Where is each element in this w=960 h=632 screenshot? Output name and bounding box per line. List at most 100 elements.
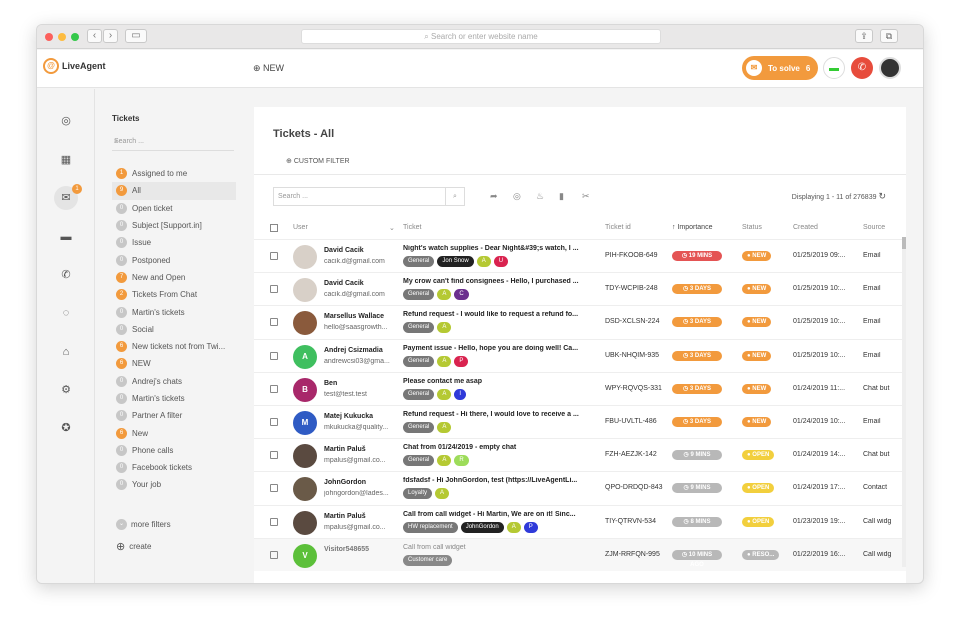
to-solve-button[interactable]: ✉ To solve 6 [742,56,818,80]
close-window-button[interactable] [45,33,53,41]
table-row[interactable]: A Andrej Csizmadia andrewcsi03@gma... Payme… [254,338,906,372]
reports-icon[interactable]: ▦ [54,148,78,172]
col-status[interactable]: Status [742,224,762,231]
sidebar-filter-item[interactable]: 0 Facebook tickets [112,459,236,476]
ticket-tag[interactable]: A [476,256,491,267]
ticket-tag[interactable]: A [437,422,452,433]
scrollbar-thumb[interactable] [902,237,906,249]
table-row[interactable]: David Cacik cacik.d@gmail.com My crow can'… [254,272,906,305]
sidebar-filter-item[interactable]: 0 Martin's tickets [112,303,236,320]
more-filters-button[interactable]: ⌄ more filters [116,519,171,530]
settings-gear-icon[interactable]: ⚙ [54,378,78,402]
sidebar-filter-item[interactable]: 1 Assigned to me [112,165,236,182]
sidebar-search-input[interactable]: ⌕ Search ... [112,133,234,151]
table-row[interactable]: Martin Paluš mpalus@gmail.co... Call from … [254,504,906,538]
ticket-tag[interactable]: Loyalty [403,488,433,500]
table-row[interactable]: B Ben test@test.test Please contact me asap… [254,371,906,405]
ticket-tag[interactable]: General [403,289,435,301]
ticket-tag[interactable]: A [437,388,452,400]
delete-icon[interactable]: ▮ [559,191,564,202]
row-checkbox[interactable] [270,351,278,360]
sidebar-filter-item[interactable]: 0 Open ticket [112,200,236,217]
refresh-icon[interactable]: ↻ [878,191,886,201]
sidebar-filter-item[interactable]: 7 New and Open [112,269,236,286]
new-button[interactable]: ⊕ NEW [253,63,284,74]
table-row[interactable]: Martin Paluš mpalus@gmail.co... Chat from … [254,438,906,471]
avatar[interactable] [879,57,901,79]
row-checkbox[interactable] [270,517,278,526]
spam-icon[interactable]: ✂ [582,191,590,202]
ticket-tag[interactable]: C [454,289,469,301]
ticket-tag[interactable]: Customer care [403,554,453,566]
ticket-tag[interactable]: HW replacement [403,521,458,533]
col-user[interactable]: User [293,224,308,231]
row-checkbox[interactable] [270,451,278,460]
search-icon[interactable]: ⌕ [445,188,464,205]
row-checkbox[interactable] [270,384,278,393]
create-filter-button[interactable]: ⊕ create [116,540,151,553]
ticket-subject[interactable]: My crow can't find consignees - Hello, I… [403,278,601,285]
row-checkbox[interactable] [270,285,278,294]
ticket-tag[interactable]: P [523,521,538,533]
sidebar-filter-item[interactable]: 0 Phone calls [112,442,236,459]
knowledge-base-icon[interactable]: ⌂ [54,340,78,364]
sidebar-filter-item[interactable]: 0 Andrej's chats [112,373,236,390]
resolve-check-icon[interactable]: ◎ [513,191,521,202]
ticket-tag[interactable]: I [454,388,467,400]
col-source[interactable]: Source [863,224,885,231]
sidebar-filter-item[interactable]: 6 New [112,424,236,441]
ticket-tag[interactable]: General [403,322,435,334]
select-all-checkbox[interactable] [270,224,278,232]
phone-icon[interactable]: ✆ [851,57,873,79]
ticket-tag[interactable]: Jon Snow [437,256,474,267]
ticket-tag[interactable]: General [403,455,435,467]
logo[interactable]: @ LiveAgent [43,58,106,74]
minimize-window-button[interactable] [58,33,66,41]
ticket-tag[interactable]: A [435,488,450,500]
col-ticket-id[interactable]: Ticket id [605,224,631,231]
priority-fire-icon[interactable]: ♨ [536,191,544,202]
row-checkbox[interactable] [270,252,278,260]
ticket-subject[interactable]: Please contact me asap [403,378,601,385]
ticket-tag[interactable]: U [493,256,509,267]
table-row[interactable]: V Visitor548655 Call from call widget Custo… [254,537,906,571]
ticket-tag[interactable]: JohnGordon [460,521,504,533]
ticket-tag[interactable]: R [454,455,469,467]
zoom-window-button[interactable] [71,33,79,41]
table-scrollbar[interactable] [902,237,906,567]
forward-button[interactable]: › [103,29,118,43]
ticket-tag[interactable]: P [454,355,469,367]
ticket-subject[interactable]: Call from call widget [403,544,601,551]
calls-icon[interactable]: ✆ [54,263,78,287]
ticket-tag[interactable]: A [437,322,452,334]
ticket-subject[interactable]: Night's watch supplies - Dear Night&#39;… [403,245,601,252]
sidebar-filter-item[interactable]: 2 Tickets From Chat [112,286,236,303]
forward-icon[interactable]: ➦ [490,191,498,202]
sidebar-filter-item[interactable]: 0 Social [112,321,236,338]
ticket-tag[interactable]: A [437,355,452,367]
chat-icon[interactable]: ▬ [823,57,845,79]
ticket-tag[interactable]: General [403,256,435,267]
sidebar-toggle-icon[interactable]: ▭ [125,29,147,43]
refresh-icon[interactable]: ◌ [54,301,78,325]
ticket-tag[interactable]: A [506,521,521,533]
back-button[interactable]: ‹ [87,29,102,43]
tickets-mail-icon[interactable]: ✉ 1 [54,184,82,210]
dashboard-check-icon[interactable]: ◎ [54,109,78,133]
table-row[interactable]: David Cacik cacik.d@gmail.com Night's watc… [254,239,906,272]
ticket-subject[interactable]: Payment issue - Hello, hope you are doin… [403,345,601,352]
sidebar-filter-item[interactable]: 0 Your job [112,476,236,493]
chats-icon[interactable]: ▬ [54,225,78,249]
col-importance[interactable]: ↑ Importance [672,224,712,231]
ticket-tag[interactable]: A [437,289,452,301]
table-row[interactable]: Marsellus Wallace hello@saasgrowth... Refu… [254,305,906,338]
row-checkbox[interactable] [270,550,278,559]
ticket-tag[interactable]: General [403,388,435,400]
chevron-down-icon[interactable]: ⌄ [389,224,395,232]
ticket-subject[interactable]: Refund request - I would like to request… [403,311,601,318]
address-bar[interactable]: ⌕ Search or enter website name [301,29,661,44]
sidebar-filter-item[interactable]: 0 Postponed [112,251,236,268]
ticket-subject[interactable]: Refund request - Hi there, I would love … [403,411,601,418]
sidebar-filter-item[interactable]: 0 Issue [112,234,236,251]
ticket-subject[interactable]: Chat from 01/24/2019 - empty chat [403,444,601,451]
